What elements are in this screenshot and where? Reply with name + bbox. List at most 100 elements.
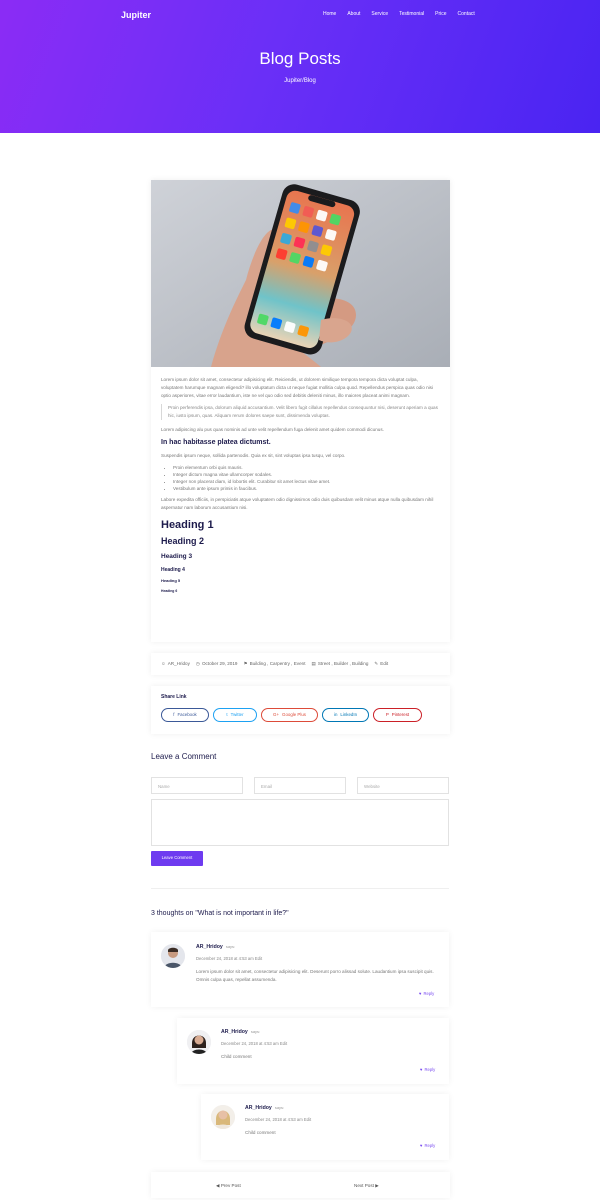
- email-field[interactable]: Email: [254, 777, 346, 794]
- reply-label: Reply: [423, 991, 435, 996]
- comment-item: AR_Hridoy says: December 24, 2018 at 4:53…: [201, 1094, 449, 1160]
- phone-in-hand-illustration: [151, 180, 450, 367]
- post-subheading: In hac habitasse platea dictumst.: [161, 439, 271, 446]
- reply-icon: ♥: [419, 991, 422, 996]
- breadcrumb[interactable]: Jupiter/Blog: [0, 77, 600, 87]
- comment-form-heading: Leave a Comment: [151, 752, 217, 761]
- post-date: October 29, 2019: [201, 661, 238, 666]
- post-tags: Building , Carpentry , Event: [249, 661, 306, 666]
- edit-icon: ✎: [374, 661, 379, 666]
- post-card: Lorem ipsum dolor sit amet, consectetur …: [151, 180, 450, 642]
- leave-comment-button[interactable]: Leave Comment: [151, 851, 203, 866]
- meta-tags[interactable]: ⚑ Building , Carpentry , Event: [243, 660, 305, 667]
- reply-icon: ♥: [420, 1067, 423, 1072]
- blockquote: Proin perferendis ipsa, dolorum aliquid …: [161, 404, 440, 420]
- author-name: AR_Hridoy: [196, 944, 223, 950]
- nav-item-price[interactable]: Price: [435, 10, 446, 18]
- main-nav: Home About Service Testimonial Price Con…: [323, 10, 475, 18]
- comment-text: Child comment: [245, 1130, 276, 1135]
- reply-label: Reply: [424, 1067, 436, 1072]
- facebook-share-button[interactable]: f Facebook: [161, 708, 209, 722]
- avatar: [187, 1030, 211, 1054]
- list-item: Integer non placerat diam, id lobortis e…: [173, 478, 440, 485]
- hero-banner: Jupiter Home About Service Testimonial P…: [0, 0, 600, 133]
- brand-logo[interactable]: Jupiter: [121, 8, 151, 22]
- reply-button[interactable]: ♥ Reply: [419, 991, 434, 998]
- google-plus-share-button[interactable]: G+ Google Plus: [261, 708, 318, 722]
- says-label: says:: [225, 944, 236, 949]
- linkedin-share-button[interactable]: in LinkedIn: [322, 708, 369, 722]
- blockquote-text: Proin perferendis ipsa, dolorum aliquid …: [168, 405, 438, 418]
- comment-item: AR_Hridoy says: December 24, 2018 at 4:53…: [177, 1018, 449, 1084]
- comment-textarea[interactable]: [151, 799, 449, 846]
- facebook-icon: f: [173, 712, 175, 718]
- post-paragraph: Labore expedita officiis, in perspiciati…: [161, 497, 434, 511]
- avatar-image: [187, 1030, 211, 1054]
- comment-author[interactable]: AR_Hridoy says:: [196, 943, 235, 951]
- linkedin-icon: in: [333, 712, 338, 718]
- next-post-link[interactable]: Next Post ▶: [354, 1182, 379, 1189]
- nav-item-testimonial[interactable]: Testimonial: [399, 10, 424, 18]
- website-field[interactable]: Website: [357, 777, 449, 794]
- post-list: Proin elementum orbi quis mauris. Intege…: [161, 464, 440, 492]
- meta-categories[interactable]: ▤ Street , Builder , Building: [311, 660, 368, 667]
- twitter-icon: t: [226, 712, 228, 718]
- post-paragraph: Lorem adipiscing alu pus quas nominis ad…: [161, 427, 384, 432]
- prev-label: Prev Post: [220, 1183, 241, 1188]
- page-title: Blog Posts: [259, 49, 341, 68]
- nav-item-service[interactable]: Service: [371, 10, 388, 18]
- nav-item-home[interactable]: Home: [323, 10, 336, 18]
- share-title: Share Link: [161, 694, 187, 700]
- post-meta-bar: ☺ AR_Hridoy ◷ October 29, 2019 ⚑ Buildin…: [151, 653, 450, 675]
- share-label: Facebook: [177, 712, 197, 718]
- heading-2: Heading 2: [161, 536, 205, 547]
- post-pagination: ◀ Prev Post Next Post ▶: [151, 1172, 450, 1198]
- user-icon: ☺: [161, 661, 166, 666]
- reply-button[interactable]: ♥ Reply: [420, 1143, 435, 1150]
- list-item: Integer dictum magna vitae ullamcorper s…: [173, 471, 440, 478]
- says-label: says:: [274, 1105, 285, 1110]
- author-name: AR_Hridoy: [245, 1105, 272, 1111]
- folder-icon: ▤: [311, 661, 316, 666]
- share-label: Twitter: [230, 712, 244, 718]
- heading-3: Heading 3: [161, 553, 193, 561]
- share-label: Pinterest: [391, 712, 410, 718]
- twitter-share-button[interactable]: t Twitter: [213, 708, 257, 722]
- meta-author[interactable]: ☺ AR_Hridoy: [161, 660, 190, 667]
- arrow-left-icon: ◀: [216, 1183, 220, 1188]
- next-label: Next Post: [354, 1183, 374, 1188]
- post-content: Lorem ipsum dolor sit amet, consectetur …: [161, 376, 440, 596]
- comment-author[interactable]: AR_Hridoy says:: [245, 1104, 284, 1112]
- arrow-right-icon: ▶: [375, 1183, 379, 1188]
- heading-5: Heading 5: [161, 578, 181, 584]
- post-featured-image: [151, 180, 450, 367]
- google-plus-icon: G+: [273, 712, 280, 718]
- avatar-image: [211, 1105, 235, 1129]
- reply-label: Reply: [424, 1143, 436, 1148]
- heading-4: Heading 4: [161, 567, 185, 574]
- clock-icon: ◷: [195, 661, 200, 666]
- comment-item: AR_Hridoy says: December 24, 2018 at 4:53…: [151, 932, 449, 1007]
- comment-date: December 24, 2018 at 4:53 am Edit: [196, 956, 263, 961]
- post-paragraph: Suspendis ipsum neque, sollida partenodi…: [161, 453, 346, 459]
- prev-post-link[interactable]: ◀ Prev Post: [216, 1182, 241, 1189]
- share-buttons: f Facebook t Twitter G+ Google Plus in L…: [161, 708, 422, 722]
- avatar: [161, 944, 185, 968]
- pinterest-share-button[interactable]: P Pinterest: [373, 708, 422, 722]
- nav-item-about[interactable]: About: [347, 10, 360, 18]
- avatar: [211, 1105, 235, 1129]
- meta-date: ◷ October 29, 2019: [196, 660, 238, 667]
- name-field[interactable]: Name: [151, 777, 243, 794]
- comment-text: Lorem ipsum dolor sit amet, consectetur …: [196, 969, 434, 982]
- reply-button[interactable]: ♥ Reply: [420, 1067, 435, 1074]
- meta-edit[interactable]: ✎ Edit: [374, 660, 388, 667]
- divider: [151, 888, 449, 889]
- author-name: AR_Hridoy: [221, 1029, 248, 1035]
- nav-item-contact[interactable]: Contact: [458, 10, 475, 18]
- comment-author[interactable]: AR_Hridoy says:: [221, 1028, 260, 1036]
- reply-icon: ♥: [420, 1143, 423, 1148]
- list-item: Vestibulum ante ipsum primis in faucibus…: [173, 485, 440, 492]
- share-label: LinkedIn: [340, 712, 358, 718]
- heading-6: Heading 6: [161, 589, 178, 594]
- share-label: Google Plus: [282, 712, 306, 718]
